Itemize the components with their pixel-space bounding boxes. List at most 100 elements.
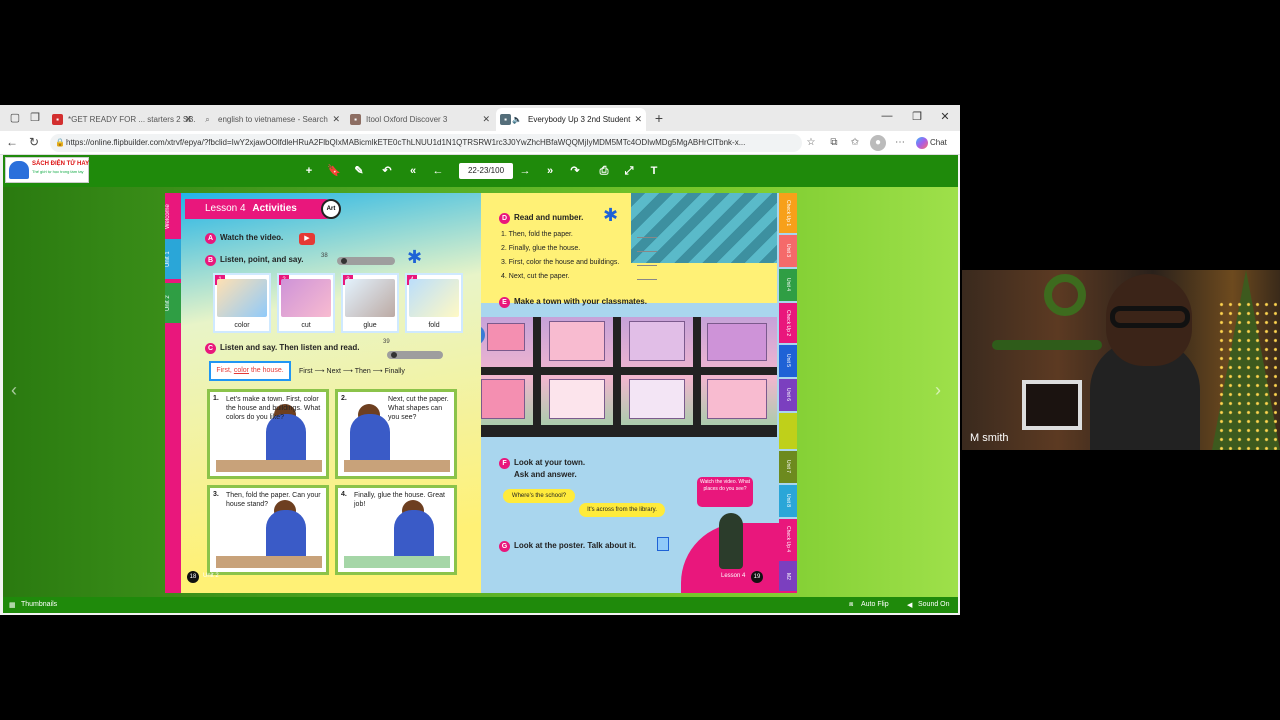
seq-word: Then	[354, 368, 371, 375]
extensions-icon[interactable]: ⧉	[826, 135, 842, 151]
tab-search[interactable]: ⌕ english to vietnamese - Search ✕	[198, 108, 344, 131]
building	[707, 379, 767, 419]
close-tab-icon[interactable]: ✕	[482, 108, 490, 131]
story-number: 2.	[341, 395, 347, 402]
right-page[interactable]: D Read and number. ✱ 1. Then, fold the pa…	[481, 193, 797, 593]
autoflip-button[interactable]: Auto Flip	[861, 601, 889, 608]
sound-button[interactable]: Sound On	[918, 601, 950, 608]
side-tab[interactable]: Unit 8	[779, 485, 797, 517]
audio-player-c[interactable]	[387, 351, 443, 359]
side-tab[interactable]: Unit 4	[779, 269, 797, 301]
bookmark-icon[interactable]: 🔖	[326, 163, 342, 179]
story-panel-2[interactable]: 2. Next, cut the paper. What shapes can …	[335, 389, 457, 479]
garland	[992, 340, 1102, 350]
next-flip-arrow-icon[interactable]: ›	[935, 380, 941, 401]
autoflip-icon[interactable]: ⧈	[849, 601, 853, 609]
thumbnails-icon[interactable]: ▦	[9, 601, 16, 609]
audio-playing-icon[interactable]: 🔈	[512, 108, 522, 131]
favorites-icon[interactable]: ✩	[847, 135, 863, 151]
poster-icon[interactable]	[657, 537, 669, 551]
tab-itool[interactable]: ▪ Itool Oxford Discover 3 ✕	[346, 108, 494, 131]
site-logo[interactable]: SÁCH ĐIỆN TỬ HAY Thế giới tự học trong t…	[5, 157, 89, 183]
picture-card-cut[interactable]: 2 cut	[277, 273, 335, 333]
minimize-icon[interactable]: —	[872, 110, 902, 122]
page-indicator[interactable]: 22-23/100	[459, 163, 513, 179]
table	[344, 556, 450, 568]
story-number: 1.	[213, 395, 219, 402]
side-tab[interactable]: Check Up 4	[779, 519, 797, 559]
story-panel-3[interactable]: 3. Then, fold the paper. Can your house …	[207, 485, 329, 575]
first-page-icon[interactable]: «	[405, 163, 421, 179]
url-field[interactable]: 🔒 https://online.flipbuilder.com/xtrvf/e…	[50, 134, 802, 152]
note-icon[interactable]: ✎	[351, 163, 367, 179]
close-tab-icon[interactable]: ✕	[634, 108, 642, 131]
left-page[interactable]: Welcome Unit 1 Unit 2 Lesson 4 Activitie…	[165, 193, 481, 593]
text-icon[interactable]: T	[646, 163, 662, 179]
side-tab[interactable]: Unit 5	[779, 345, 797, 377]
side-tab[interactable]: Check Up 2	[779, 303, 797, 343]
fullscreen-icon[interactable]: ⤢	[621, 163, 637, 179]
road	[693, 317, 701, 437]
new-tab-icon[interactable]: +	[652, 111, 666, 125]
participant-name: M smith	[970, 432, 1009, 444]
previous-page-icon[interactable]: ←	[430, 163, 446, 179]
side-tab[interactable]: Unit 3	[779, 235, 797, 267]
example-sentence: First, color the house.	[209, 361, 291, 381]
example-post: the house.	[249, 367, 284, 374]
story-number: 4.	[341, 491, 347, 498]
answer-blank[interactable]	[637, 265, 657, 266]
favorite-star-icon[interactable]: ☆	[803, 135, 819, 151]
close-tab-icon[interactable]: ✕	[332, 108, 340, 131]
chat-label: Chat	[930, 138, 947, 147]
building	[549, 379, 605, 419]
answer-blank[interactable]	[637, 251, 657, 252]
share-icon[interactable]: ↶	[379, 163, 395, 179]
side-tab[interactable]: Check Up 1	[779, 193, 797, 233]
side-tab-welcome[interactable]: Welcome	[165, 199, 181, 235]
story-panel-1[interactable]: 1. Let's make a town. First, color the h…	[207, 389, 329, 479]
story-panel-4[interactable]: 4. Finally, glue the house. Great job!	[335, 485, 457, 575]
picture-caption: fold	[428, 322, 440, 329]
example-pre: First,	[216, 367, 234, 374]
picture-card-fold[interactable]: 4 fold	[405, 273, 463, 333]
profile-avatar-icon[interactable]: ●	[870, 135, 886, 151]
more-menu-icon[interactable]: ⋯	[892, 135, 908, 151]
prev-flip-arrow-icon[interactable]: ‹	[11, 380, 17, 401]
workspaces-icon[interactable]: ❐	[28, 111, 42, 125]
video-prompt-box[interactable]: Watch the video. What places do you see?	[697, 477, 753, 507]
zoom-in-icon[interactable]: +	[301, 163, 317, 179]
tab-get-ready[interactable]: ▪ *GET READY FOR ... starters 2 SB.p ✕	[48, 108, 196, 131]
section-g-text: Look at the poster. Talk about it.	[514, 541, 637, 550]
right-page-footer: Lesson 4	[721, 573, 746, 579]
side-tab-unit1[interactable]: Unit 1	[165, 239, 181, 279]
thumbnails-button[interactable]: Thumbnails	[21, 601, 57, 608]
list-item: 2. Finally, glue the house.	[501, 245, 581, 252]
picture-card-glue[interactable]: 3 glue	[341, 273, 399, 333]
picture-caption: cut	[301, 322, 311, 329]
refresh-icon[interactable]: ↻	[26, 135, 42, 149]
copilot-chat-button[interactable]: Chat	[914, 134, 947, 152]
close-tab-icon[interactable]: ✕	[184, 108, 192, 131]
last-page-icon[interactable]: »	[542, 163, 558, 179]
play-video-icon[interactable]: ▶	[299, 233, 315, 245]
next-page-icon[interactable]: →	[517, 163, 533, 179]
side-tab[interactable]	[779, 413, 797, 449]
side-tab[interactable]: Unit 6	[779, 379, 797, 411]
print-icon[interactable]: ⎙	[596, 163, 612, 179]
forward-icon[interactable]: ↷	[567, 163, 583, 179]
side-tab[interactable]: M2	[779, 561, 797, 591]
side-tab[interactable]: Unit 7	[779, 451, 797, 483]
side-tab-unit2[interactable]: Unit 2	[165, 283, 181, 323]
tab-actions-icon[interactable]: ▢	[8, 111, 22, 125]
answer-blank[interactable]	[637, 237, 657, 238]
tab-label: Itool Oxford Discover 3	[366, 115, 448, 124]
close-window-icon[interactable]: ✕	[930, 110, 960, 123]
right-page-number: 19	[751, 571, 763, 583]
maximize-icon[interactable]: ❐	[902, 110, 932, 123]
picture-card-color[interactable]: 1 color	[213, 273, 271, 333]
back-icon[interactable]: ←	[4, 135, 20, 149]
sound-icon[interactable]: ◀	[907, 601, 912, 609]
answer-blank[interactable]	[637, 279, 657, 280]
tab-everybody-up[interactable]: ▪ 🔈 Everybody Up 3 2nd Student ✕	[496, 108, 646, 131]
audio-player-b[interactable]	[337, 257, 395, 265]
